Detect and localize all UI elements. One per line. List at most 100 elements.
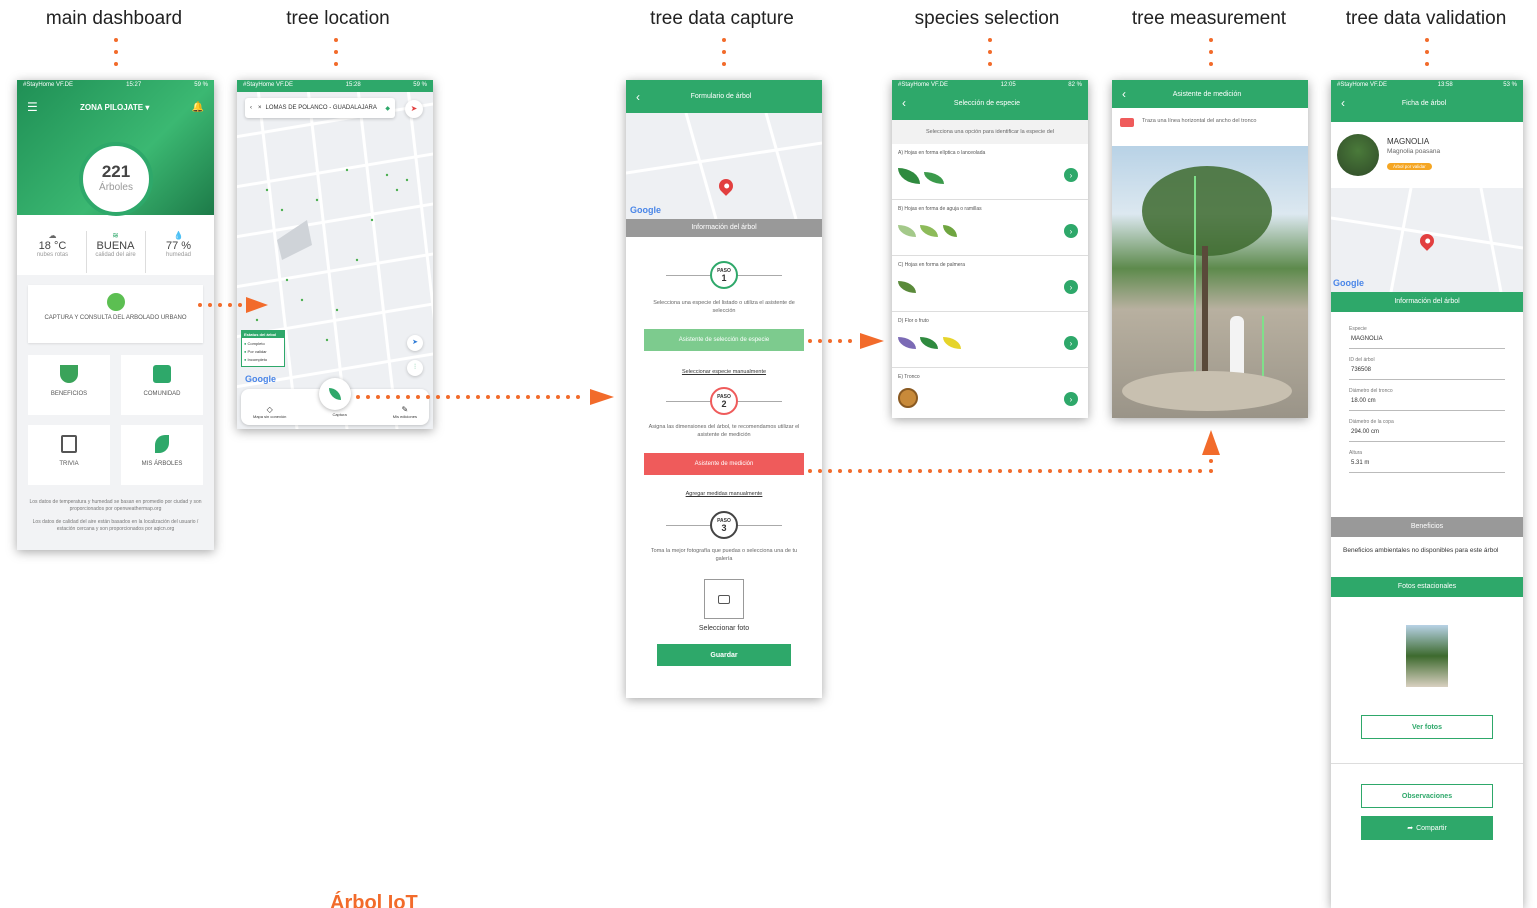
divider (1331, 763, 1523, 764)
google-logo: Google (245, 374, 276, 384)
step-3: PASO 3 (644, 509, 804, 543)
weather-caption: nubes rotas (36, 252, 69, 258)
share-icon: ➦ (1407, 825, 1414, 832)
manual-measure-link[interactable]: Agregar medidas manualmente (644, 491, 804, 497)
chat-icon (153, 365, 171, 383)
header: #StayHome VF.DE 12:05 82 % ‹ Selección d… (892, 80, 1088, 120)
label-tree-location: tree location (286, 8, 390, 29)
clear-icon[interactable]: × (258, 105, 262, 111)
carrier-text: #StayHome VF.DE (23, 82, 74, 88)
time-text: 12:05 (1000, 82, 1016, 88)
legend-title: Estatus del árbol (242, 331, 284, 338)
option-label: B) Hojas en forma de aguja o ramillas (898, 206, 982, 212)
observations-button[interactable]: Observaciones (1361, 784, 1493, 808)
tree-summary: MAGNOLIA Magnolia poasana Árbol por vali… (1331, 122, 1523, 188)
share-button[interactable]: ➦ Compartir (1361, 816, 1493, 840)
leaf-icon (898, 168, 920, 184)
back-icon[interactable]: ‹ (250, 105, 252, 111)
connector-dots (1209, 38, 1213, 74)
option-label: A) Hojas en forma elíptica o lanceolada (898, 150, 986, 156)
capture-card-label: CAPTURA Y CONSULTA DEL ARBOLADO URBANO (44, 315, 187, 321)
leaf-icon (942, 225, 957, 237)
header: ‹ Formulario de árbol (626, 80, 822, 113)
species-assistant-button[interactable]: Asistente de selección de especie (644, 329, 804, 351)
bell-icon[interactable]: 🔔 (192, 102, 204, 113)
card-label: BENEFICIOS (50, 391, 88, 397)
tree-measurement-screen: ‹ Asistente de medición Traza una línea … (1112, 80, 1308, 418)
battery-text: 53 % (1503, 82, 1517, 88)
option-item[interactable]: C) Hojas en forma de palmera › (892, 256, 1088, 312)
manual-species-link[interactable]: Seleccionar especie manualmente (644, 369, 804, 375)
prompt-text: Selecciona una opción para identificar l… (892, 120, 1088, 144)
tree-avatar (1337, 134, 1379, 176)
locate-icon[interactable]: ➤ (407, 335, 423, 351)
leaf-icon (920, 225, 939, 237)
label-main-dashboard: main dashboard (45, 8, 183, 29)
field-value: 18.00 cm (1349, 394, 1505, 411)
tree-fields: Especie MAGNOLIA ID del árbol 736508 Diá… (1331, 312, 1523, 517)
chevron-right-icon[interactable]: › (1064, 224, 1078, 238)
my-trees-card[interactable]: MIS ÁRBOLES (121, 425, 203, 485)
community-card[interactable]: COMUNIDAD (121, 355, 203, 415)
my-edits-tab[interactable]: ✎ Mis ediciones (393, 405, 417, 419)
palm-leaf-icon (898, 281, 916, 293)
wifi-icon: ◇ (266, 405, 273, 414)
chevron-right-icon[interactable]: › (1064, 336, 1078, 350)
benefits-header: Beneficios (1331, 517, 1523, 537)
option-item[interactable]: B) Hojas en forma de aguja o ramillas › (892, 200, 1088, 256)
battery-text: 82 % (1068, 82, 1082, 88)
photo-picker[interactable] (704, 579, 744, 619)
step-2: PASO 2 (644, 385, 804, 419)
capture-tab[interactable]: Captura (332, 412, 346, 417)
header: #StayHome VF.DE 13:58 53 % ‹ Ficha de ár… (1331, 80, 1523, 122)
wind-icon: ≋ (112, 231, 119, 240)
screen-title: Selección de especie (953, 99, 1021, 107)
step-3-text: Toma la mejor fotografía que puedas o se… (650, 548, 798, 562)
tree-name: MAGNOLIA (1387, 137, 1430, 146)
option-item[interactable]: A) Hojas en forma elíptica o lanceolada … (892, 144, 1088, 200)
legend-item: ● Completo (244, 341, 265, 346)
section-header: Información del árbol (626, 219, 822, 237)
time-text: 15:27 (126, 82, 142, 88)
leaf-icon (924, 172, 945, 184)
connector-dots (988, 38, 992, 74)
label-species-selection: species selection (914, 8, 1060, 29)
capture-card[interactable]: CAPTURA Y CONSULTA DEL ARBOLADO URBANO (28, 285, 203, 343)
time-text: 13:58 (1437, 82, 1453, 88)
seasonal-photo[interactable] (1406, 625, 1448, 687)
menu-icon[interactable]: ☰ (27, 100, 38, 114)
tree-canopy (1142, 166, 1272, 256)
chevron-right-icon[interactable]: › (1064, 168, 1078, 182)
step-2-text: Asigna las dimensiones del árbol, te rec… (648, 424, 800, 438)
benefits-card[interactable]: BENEFICIOS (28, 355, 110, 415)
offline-map-tab[interactable]: ◇ Mapa sin conexión (253, 405, 286, 419)
compass-icon[interactable]: ➤ (405, 100, 423, 118)
zone-selector[interactable]: ZONA PILOJATE ▾ (80, 103, 149, 112)
legend-item: ● Incompleto (244, 357, 268, 362)
view-photos-button[interactable]: Ver fotos (1361, 715, 1493, 739)
weather-item: ≋ BUENA calidad del aire (85, 231, 146, 273)
tree-count-label: Árboles (99, 182, 133, 193)
arrow-capture-to-measurement (808, 430, 1220, 473)
trivia-card[interactable]: TRIVIA (28, 425, 110, 485)
save-button[interactable]: Guardar (657, 644, 791, 666)
legend-item: ● Por validar (244, 349, 267, 354)
measurement-assistant-button[interactable]: Asistente de medición (644, 453, 804, 475)
hint-text: Traza una línea horizontal del ancho del… (1142, 118, 1257, 124)
chevron-right-icon[interactable]: › (1064, 280, 1078, 294)
layers-icon[interactable]: ◆ (385, 105, 390, 112)
google-logo: Google (1333, 278, 1364, 288)
capture-fab[interactable] (319, 378, 351, 410)
connector-dots (1425, 38, 1429, 74)
location-search-bar[interactable]: ‹ × LOMAS DE POLANCO - GUADALAJARA ◆ (245, 98, 395, 118)
field-value: MAGNOLIA (1349, 332, 1505, 349)
label-tree-data-validation: tree data validation (1345, 8, 1507, 29)
filter-icon[interactable]: ⫶ (407, 360, 423, 376)
chevron-right-icon[interactable]: › (1064, 392, 1078, 406)
google-logo: Google (630, 205, 661, 215)
field-value: 5.31 m (1349, 456, 1505, 473)
option-item[interactable]: D) Flor o fruto › (892, 312, 1088, 368)
option-item[interactable]: E) Tronco › (892, 368, 1088, 418)
field-value: 294.00 cm (1349, 425, 1505, 442)
benefits-text: Beneficios ambientales no disponibles pa… (1343, 547, 1499, 554)
